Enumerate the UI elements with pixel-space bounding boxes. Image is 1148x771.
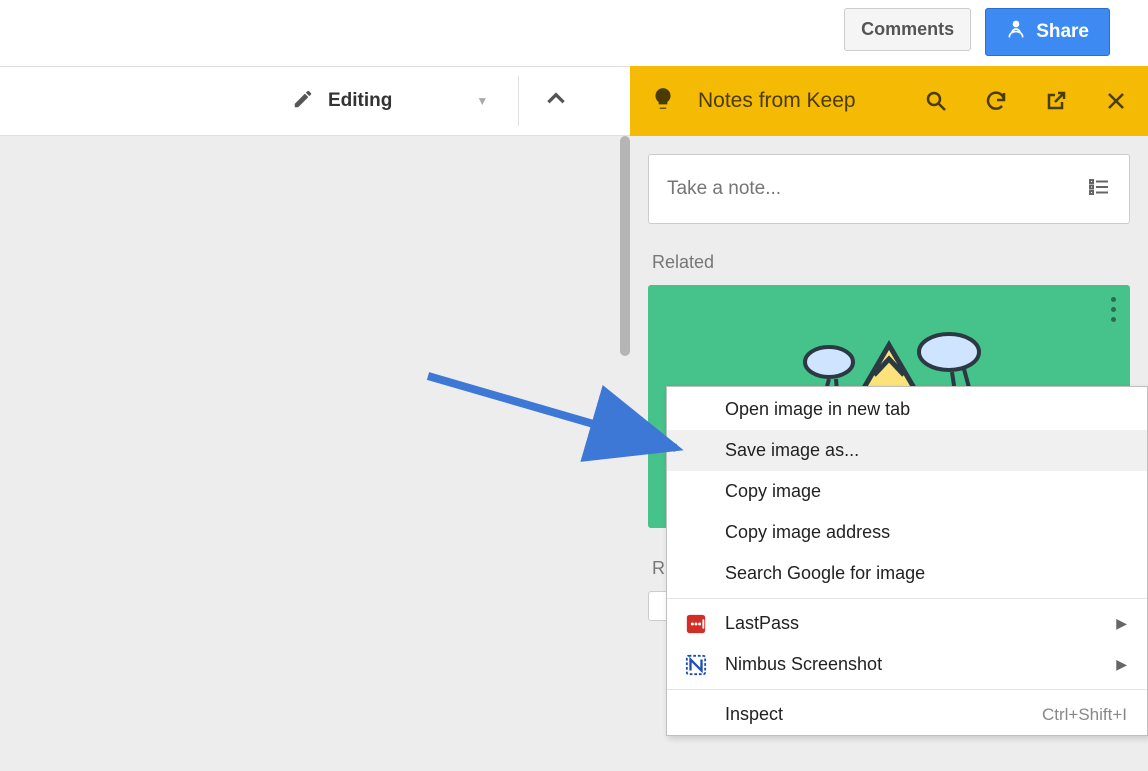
- share-icon: [1006, 19, 1026, 45]
- ctx-ext-lastpass-label: LastPass: [725, 613, 799, 634]
- new-list-icon[interactable]: [1087, 175, 1111, 204]
- open-in-new-icon[interactable]: [1044, 89, 1068, 113]
- take-note-box[interactable]: [648, 154, 1130, 224]
- related-heading: Related: [652, 252, 1130, 273]
- ctx-search-google-image[interactable]: Search Google for image: [667, 553, 1147, 594]
- ctx-copy-image[interactable]: Copy image: [667, 471, 1147, 512]
- ctx-inspect-label: Inspect: [725, 704, 783, 725]
- note-more-icon[interactable]: [1111, 297, 1116, 322]
- pencil-icon: [292, 88, 314, 115]
- search-icon[interactable]: [924, 89, 948, 113]
- toolbar-divider: [518, 76, 519, 126]
- ctx-inspect[interactable]: Inspect Ctrl+Shift+I: [667, 694, 1147, 735]
- doc-toolbar: Editing ▼: [0, 66, 630, 136]
- close-icon[interactable]: [1104, 89, 1128, 113]
- ctx-copy-image-address[interactable]: Copy image address: [667, 512, 1147, 553]
- vertical-scrollbar[interactable]: [620, 136, 630, 356]
- ctx-separator: [667, 598, 1147, 599]
- lastpass-icon: [685, 613, 707, 635]
- share-label: Share: [1036, 21, 1089, 43]
- take-note-input[interactable]: [667, 178, 1087, 200]
- ctx-open-image-new-tab[interactable]: Open image in new tab: [667, 387, 1147, 430]
- mode-dropdown-caret[interactable]: ▼: [476, 94, 488, 108]
- bulb-icon: [650, 86, 676, 117]
- submenu-arrow-icon: ▶: [1116, 656, 1127, 673]
- ctx-separator: [667, 689, 1147, 690]
- ctx-ext-nimbus[interactable]: Nimbus Screenshot ▶: [667, 644, 1147, 685]
- comments-button[interactable]: Comments: [844, 8, 971, 51]
- ctx-save-image-as[interactable]: Save image as...: [667, 430, 1147, 471]
- share-button[interactable]: Share: [985, 8, 1110, 56]
- context-menu: Open image in new tab Save image as... C…: [666, 386, 1148, 736]
- keep-title: Notes from Keep: [698, 89, 856, 113]
- mode-switcher[interactable]: Editing ▼: [292, 88, 488, 115]
- ctx-ext-nimbus-label: Nimbus Screenshot: [725, 654, 882, 675]
- app-topbar: Comments Share: [0, 0, 1148, 66]
- mode-label: Editing: [328, 90, 392, 112]
- collapse-toolbar-button[interactable]: [543, 86, 569, 117]
- keep-header: Notes from Keep: [630, 66, 1148, 136]
- refresh-icon[interactable]: [984, 89, 1008, 113]
- ctx-inspect-shortcut: Ctrl+Shift+I: [1042, 705, 1127, 725]
- keep-header-actions: [924, 89, 1128, 113]
- submenu-arrow-icon: ▶: [1116, 615, 1127, 632]
- ctx-ext-lastpass[interactable]: LastPass ▶: [667, 603, 1147, 644]
- nimbus-icon: [685, 654, 707, 676]
- document-canvas[interactable]: [0, 136, 630, 771]
